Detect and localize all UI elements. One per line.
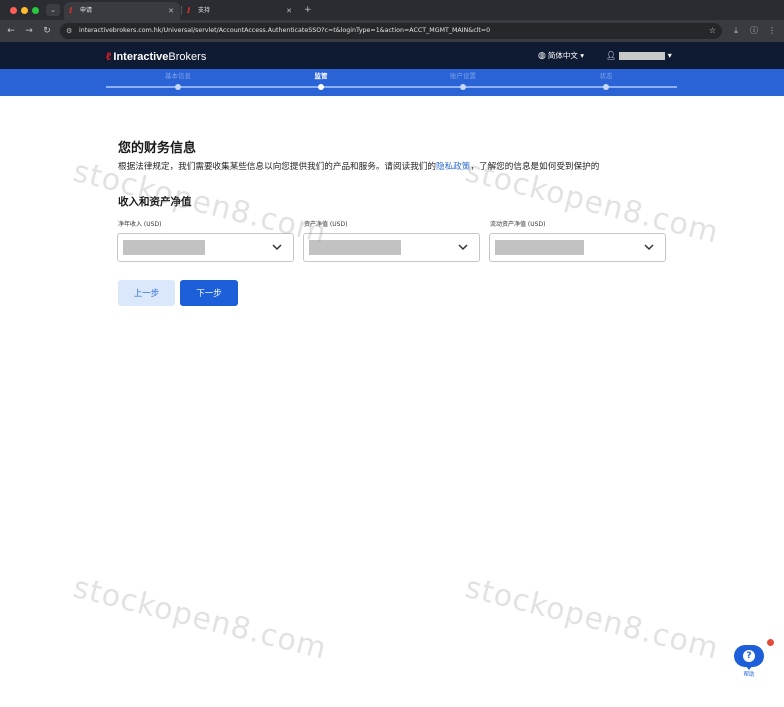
tab-title: 申请 [80, 7, 93, 14]
user-menu[interactable]: 👤︎ ▾ [606, 49, 672, 62]
step-dot-basic-info [175, 84, 181, 90]
back-arrow-icon[interactable]: ← [4, 23, 18, 39]
bookmark-star-icon[interactable]: ☆ [709, 23, 716, 39]
site-settings-icon[interactable]: ⚙ [66, 23, 72, 39]
page-title: 您的财务信息 [118, 141, 197, 156]
window-close-button[interactable] [10, 7, 17, 14]
net-worth-select[interactable] [303, 233, 480, 262]
help-widget[interactable]: ? 帮助 [734, 639, 774, 681]
language-selector[interactable]: ◍ 简体中文 ▾ [538, 49, 584, 62]
net-income-label: 净年收入 (USD) [118, 221, 162, 228]
browser-tab-support[interactable]: ℓ 支持 ✕ [182, 2, 298, 20]
forward-arrow-icon[interactable]: → [22, 23, 36, 39]
chevron-down-icon: ▾ [580, 51, 585, 60]
step-label-basic-info: 基本信息 [165, 72, 191, 80]
chevron-down-icon [272, 244, 282, 251]
more-menu-icon[interactable]: ⋮ [765, 23, 779, 39]
tab-close-icon[interactable]: ✕ [286, 2, 292, 20]
question-mark-icon: ? [743, 650, 755, 662]
window-minimize-button[interactable] [21, 7, 28, 14]
liquid-net-worth-select[interactable] [489, 233, 666, 262]
step-label-status: 状态 [599, 72, 613, 80]
brand-name-bold: Interactive [113, 51, 169, 63]
ibkr-logo[interactable]: ℓ InteractiveBrokers [106, 50, 206, 64]
window-maximize-button[interactable] [32, 7, 39, 14]
ibkr-flame-icon: ℓ [106, 51, 112, 63]
language-label: 简体中文 [547, 51, 578, 60]
globe-icon: ◍ [538, 51, 546, 61]
redacted-value [495, 240, 584, 255]
user-icon: 👤︎ [606, 51, 617, 60]
step-dot-account-settings [460, 84, 466, 90]
browser-toolbar: ← → ↻ ⚙ interactivebrokers.com.hk/Univer… [0, 20, 784, 42]
progress-line [106, 86, 677, 88]
ibkr-favicon-icon: ℓ [187, 6, 191, 15]
brand-name-light: Brokers [168, 51, 207, 63]
step-dot-regulatory [318, 84, 324, 90]
notification-dot [767, 639, 774, 646]
download-icon[interactable]: ⤓ [729, 23, 743, 39]
step-label-regulatory: 监管 [314, 72, 328, 80]
liquid-net-worth-label: 流动资产净值 (USD) [490, 221, 546, 228]
redacted-username [619, 51, 666, 60]
step-label-account-settings: 账户设置 [450, 72, 476, 80]
help-label: 帮助 [743, 672, 755, 678]
tab-title: 支持 [198, 7, 211, 14]
site-header: ℓ InteractiveBrokers ◍ 简体中文 ▾ 👤︎ ▾ [0, 42, 784, 69]
tab-close-icon[interactable]: ✕ [168, 2, 174, 20]
progress-steps: 基本信息 监管 账户设置 状态 [0, 69, 784, 96]
extension-icon[interactable]: ⓘ [747, 23, 761, 39]
ibkr-favicon-icon: ℓ [69, 6, 73, 15]
chevron-down-icon [644, 244, 654, 251]
tab-search-icon[interactable]: ⌄ [46, 4, 60, 16]
next-button[interactable]: 下一步 [180, 280, 238, 306]
watermark: stockopen8.com [461, 570, 723, 667]
reload-icon[interactable]: ↻ [40, 23, 54, 39]
address-bar[interactable]: ⚙ interactivebrokers.com.hk/Universal/se… [60, 23, 722, 39]
redacted-value [123, 240, 205, 255]
previous-button[interactable]: 上一步 [118, 280, 175, 306]
address-url: interactivebrokers.com.hk/Universal/serv… [79, 27, 491, 34]
chevron-down-icon: ▾ [667, 51, 672, 60]
watermark: stockopen8.com [69, 570, 331, 667]
intro-text-before: 根据法律规定，我们需要收集某些信息以向您提供我们的产品和服务。请阅读我们的 [118, 162, 436, 172]
step-dot-status [603, 84, 609, 90]
browser-tab-apply[interactable]: ℓ 申请 ✕ [64, 2, 180, 20]
chevron-down-icon [458, 244, 468, 251]
new-tab-icon[interactable]: + [304, 2, 312, 18]
browser-tab-bar: ⌄ ℓ 申请 ✕ ℓ 支持 ✕ + [0, 0, 784, 20]
